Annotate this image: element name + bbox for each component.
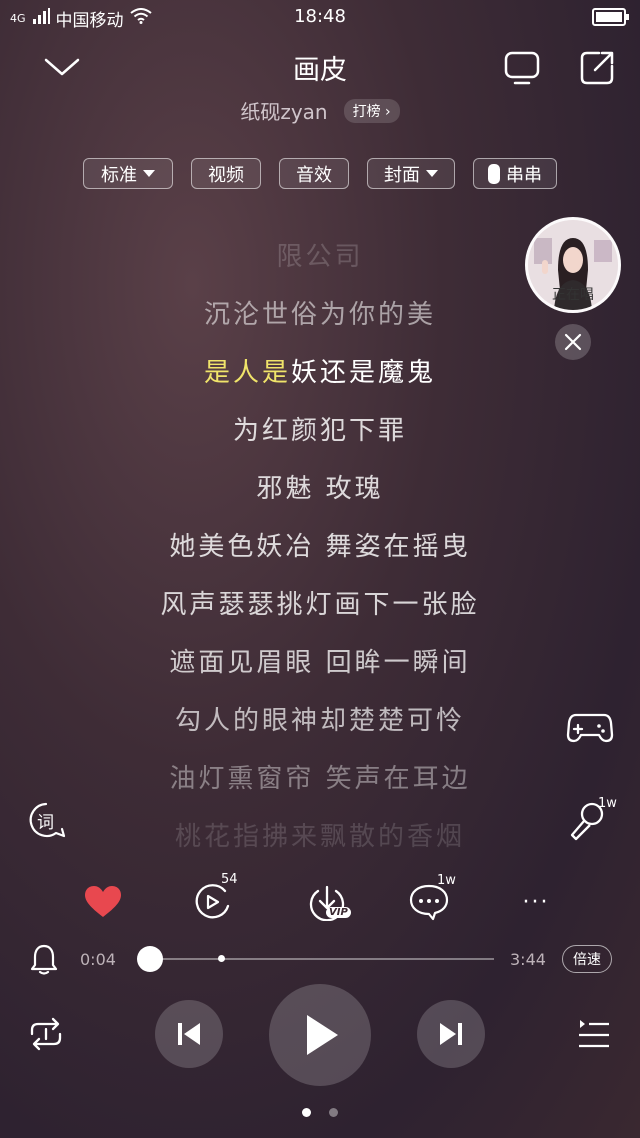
play-icon bbox=[307, 1015, 338, 1055]
progress-knob[interactable] bbox=[137, 946, 163, 972]
share-icon[interactable] bbox=[577, 48, 617, 88]
close-bubble-button[interactable] bbox=[555, 324, 591, 360]
karaoke-microphone-icon[interactable]: 1w bbox=[566, 796, 617, 842]
more-dots-icon: ··· bbox=[522, 889, 550, 915]
page-indicator bbox=[0, 1108, 640, 1117]
lyric-sung-part: 是人是 bbox=[203, 358, 291, 388]
lyrics-toggle-button[interactable]: 词 bbox=[26, 800, 68, 840]
lyric-line: 她美色妖冶 舞姿在摇曳 bbox=[169, 532, 471, 562]
comments-button[interactable]: 1w bbox=[405, 873, 456, 927]
vip-badge: VIP bbox=[326, 907, 351, 918]
page-dot[interactable] bbox=[329, 1108, 338, 1117]
mv-count: 54 bbox=[221, 872, 238, 887]
mv-play-icon bbox=[195, 884, 230, 919]
previous-track-button[interactable] bbox=[155, 1000, 223, 1068]
status-bar: 4G 中国移动 18:48 bbox=[0, 0, 640, 34]
more-button[interactable]: ··· bbox=[511, 877, 561, 927]
video-mode-button[interactable]: 视频 bbox=[191, 158, 261, 189]
heart-icon bbox=[85, 886, 121, 917]
sound-effects-button[interactable]: 音效 bbox=[279, 158, 349, 189]
lyric-line: 遮面见眉眼 回眸一瞬间 bbox=[169, 648, 471, 678]
next-icon bbox=[440, 1023, 462, 1045]
status-time: 18:48 bbox=[294, 6, 346, 27]
video-label: 视频 bbox=[208, 164, 244, 186]
mv-button[interactable]: 54 bbox=[187, 872, 238, 927]
artist-row: 纸砚zyan 打榜 › bbox=[0, 96, 640, 125]
play-pause-button[interactable] bbox=[269, 984, 371, 1086]
playlist-icon[interactable] bbox=[574, 1016, 614, 1054]
lyric-unsung-part: 妖还是魔鬼 bbox=[291, 358, 437, 388]
now-singing-label: 正在唱 bbox=[552, 287, 594, 303]
cover-label: 封面 bbox=[384, 164, 420, 186]
tv-cast-icon[interactable] bbox=[502, 48, 542, 88]
standard-mode-button[interactable]: 标准 bbox=[83, 158, 173, 189]
duration-time: 3:44 bbox=[510, 950, 546, 969]
alarm-bell-icon[interactable] bbox=[28, 942, 60, 976]
chuanchuan-toggle[interactable]: 串串 bbox=[473, 158, 557, 189]
buffer-marker bbox=[218, 955, 225, 962]
comment-count: 1w bbox=[437, 873, 456, 888]
lyric-line: 邪魅 玫瑰 bbox=[256, 474, 384, 504]
rank-button[interactable]: 打榜 › bbox=[343, 98, 400, 123]
standard-label: 标准 bbox=[101, 164, 137, 186]
song-title: 画皮 bbox=[293, 55, 347, 86]
progress-track[interactable] bbox=[160, 958, 494, 960]
lyric-line: 桃花指拂来飘散的香烟 bbox=[174, 822, 465, 852]
karaoke-count: 1w bbox=[598, 796, 617, 811]
lyric-line: 勾人的眼神却楚楚可怜 bbox=[174, 706, 465, 736]
mode-chips: 标准 视频 音效 封面 串串 bbox=[0, 158, 640, 189]
lyric-line: 风声瑟瑟挑灯画下一张脸 bbox=[160, 590, 480, 620]
next-track-button[interactable] bbox=[417, 1000, 485, 1068]
game-controller-icon[interactable] bbox=[566, 705, 614, 749]
current-lyric-line: 是人是妖还是魔鬼 bbox=[0, 352, 640, 389]
battery-icon bbox=[592, 8, 629, 26]
playback-speed-button[interactable]: 倍速 bbox=[562, 945, 612, 973]
download-button[interactable]: VIP bbox=[298, 877, 358, 927]
page-dot-active[interactable] bbox=[302, 1108, 311, 1117]
repeat-mode-icon[interactable] bbox=[26, 1014, 66, 1054]
close-icon bbox=[564, 333, 582, 351]
now-singing-bubble[interactable]: 正在唱 bbox=[525, 217, 621, 313]
dropdown-caret-icon bbox=[143, 170, 155, 177]
cover-mode-button[interactable]: 封面 bbox=[367, 158, 455, 189]
lyric-line: 油灯熏窗帘 笑声在耳边 bbox=[169, 764, 471, 794]
previous-icon bbox=[178, 1023, 200, 1045]
toggle-knob bbox=[488, 163, 500, 184]
effects-label: 音效 bbox=[296, 164, 332, 186]
dropdown-caret-icon bbox=[426, 170, 438, 177]
lyric-line: 为红颜犯下罪 bbox=[232, 416, 407, 446]
comment-icon bbox=[409, 884, 449, 921]
like-button[interactable] bbox=[78, 877, 128, 927]
elapsed-time: 0:04 bbox=[80, 950, 116, 969]
artist-name[interactable]: 纸砚zyan bbox=[240, 96, 327, 125]
lyrics-label: 词 bbox=[37, 813, 54, 833]
chuanchuan-label: 串串 bbox=[506, 164, 542, 186]
